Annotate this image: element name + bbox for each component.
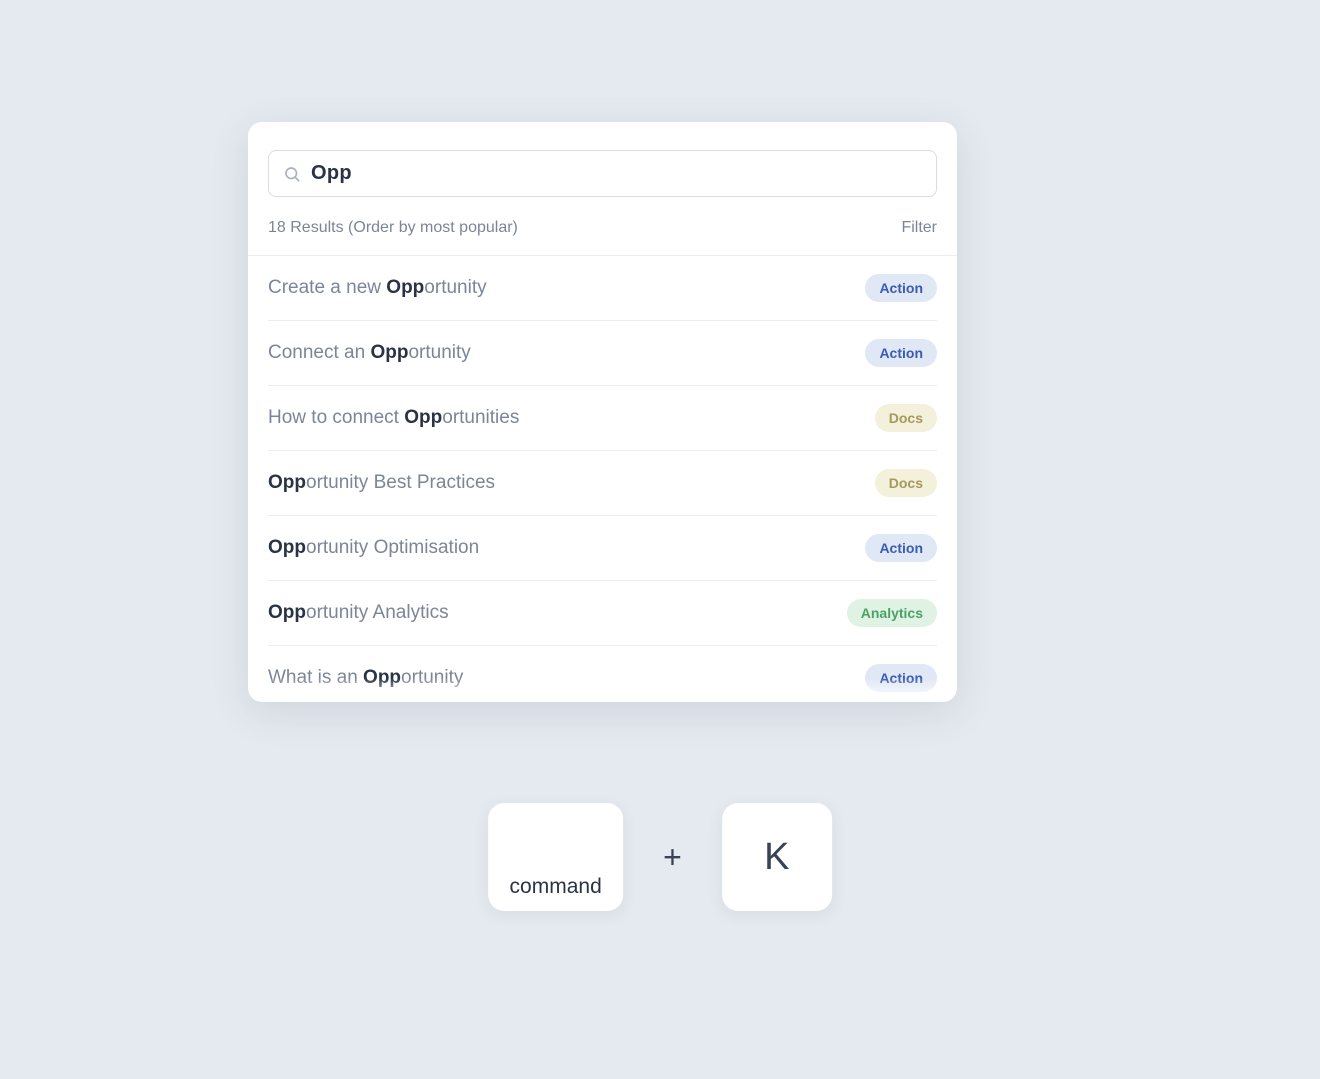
result-row[interactable]: Opportunity Best Practices Docs [268,451,937,516]
results-meta-row: 18 Results (Order by most popular) Filte… [248,197,957,255]
results-count-text: 18 Results (Order by most popular) [268,219,518,237]
key-command: command [488,803,623,911]
result-label: Opportunity Best Practices [268,472,495,494]
command-palette: 18 Results (Order by most popular) Filte… [248,122,957,702]
key-command-label: command [488,875,623,899]
result-tag-action: Action [865,274,937,302]
result-tag-docs: Docs [875,404,937,432]
result-tag-action: Action [865,534,937,562]
key-k: K [722,803,832,911]
result-row[interactable]: Connect an Opportunity Action [268,321,937,386]
results-list: Create a new Opportunity Action Connect … [248,256,957,702]
result-row[interactable]: What is an Opportunity Action [268,646,937,702]
result-row[interactable]: Opportunity Analytics Analytics [268,581,937,646]
search-bar[interactable] [268,150,937,197]
result-row[interactable]: Create a new Opportunity Action [268,256,937,321]
key-k-label: K [764,836,789,879]
result-row[interactable]: Opportunity Optimisation Action [268,516,937,581]
result-tag-action: Action [865,339,937,367]
plus-icon: + [663,839,682,876]
result-label: Connect an Opportunity [268,342,471,364]
search-icon [283,165,301,183]
result-tag-action: Action [865,664,937,692]
result-label: What is an Opportunity [268,667,463,689]
result-label: Create a new Opportunity [268,277,487,299]
filter-link[interactable]: Filter [901,219,937,237]
result-row[interactable]: How to connect Opportunities Docs [268,386,937,451]
result-label: Opportunity Optimisation [268,537,479,559]
search-input[interactable] [311,162,922,185]
result-tag-docs: Docs [875,469,937,497]
keyboard-shortcut-hint: command + K [488,803,832,911]
result-tag-analytics: Analytics [847,599,937,627]
result-label: Opportunity Analytics [268,602,449,624]
result-label: How to connect Opportunities [268,407,519,429]
search-bar-wrap [248,122,957,197]
